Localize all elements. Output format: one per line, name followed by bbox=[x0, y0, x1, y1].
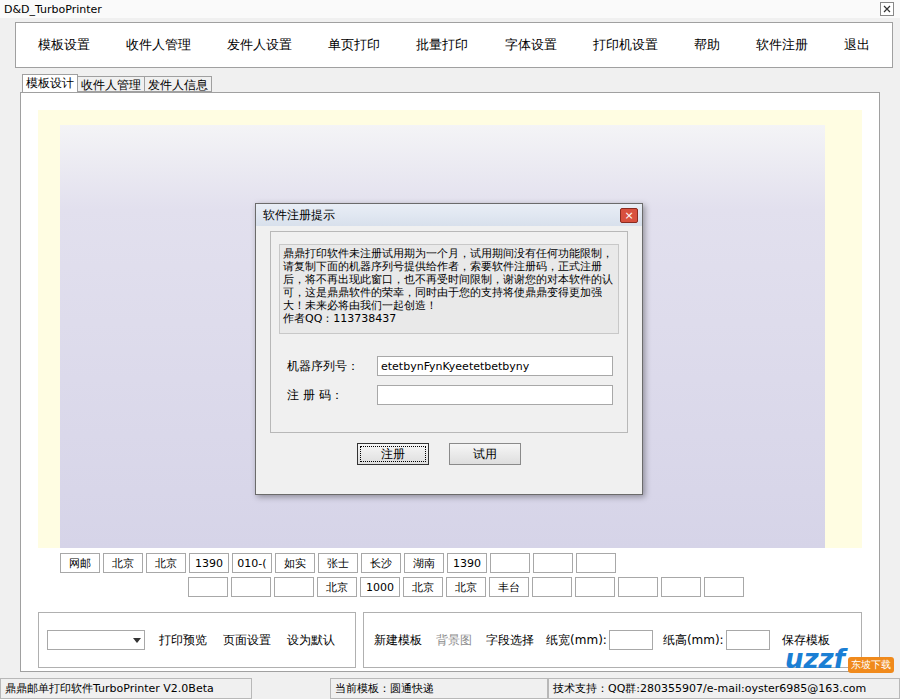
toolbar-button[interactable]: 字体设置 bbox=[501, 36, 561, 54]
print-box: 打印预览页面设置设为默认 bbox=[38, 612, 356, 668]
field-button[interactable] bbox=[704, 577, 744, 597]
dialog-field: 机器序列号： bbox=[279, 356, 619, 376]
field-button[interactable]: 北京 bbox=[146, 553, 186, 573]
toolbar-button[interactable]: 模板设置 bbox=[34, 36, 94, 54]
toolbar-button[interactable]: 帮助 bbox=[690, 36, 724, 54]
field-button[interactable] bbox=[661, 577, 701, 597]
field-button[interactable]: 湖南 bbox=[404, 553, 444, 573]
paper-size-field: 纸宽(mm): bbox=[546, 630, 653, 650]
paper-size-input[interactable] bbox=[609, 630, 653, 650]
field-label: 机器序列号： bbox=[287, 358, 371, 375]
watermark: uzzf东坡下载 bbox=[785, 644, 894, 674]
dialog-button[interactable]: 注册 bbox=[357, 443, 429, 465]
field-button[interactable]: 1390 bbox=[189, 553, 229, 573]
field-input[interactable] bbox=[377, 385, 613, 405]
field-button-row: 网邮北京北京1390010-(如实张士长沙湖南1390 bbox=[38, 553, 862, 573]
toolbar-button[interactable]: 收件人管理 bbox=[122, 36, 195, 54]
field-button[interactable]: 010-( bbox=[232, 553, 272, 573]
field-button[interactable] bbox=[618, 577, 658, 597]
field-button[interactable]: 北京 bbox=[403, 577, 443, 597]
paper-size-field: 纸高(mm): bbox=[663, 630, 770, 650]
field-button[interactable]: 1390 bbox=[447, 553, 487, 573]
field-button[interactable] bbox=[188, 577, 228, 597]
toolbar-button[interactable]: 批量打印 bbox=[412, 36, 472, 54]
tab[interactable]: 发件人信息 bbox=[144, 76, 212, 92]
tab[interactable]: 收件人管理 bbox=[77, 76, 145, 92]
field-button[interactable]: 网邮 bbox=[60, 553, 100, 573]
paper-size-input[interactable] bbox=[726, 630, 770, 650]
action-button[interactable]: 字段选择 bbox=[484, 632, 536, 649]
template-dropdown[interactable] bbox=[47, 630, 145, 650]
field-label: 注 册 码： bbox=[287, 387, 371, 404]
close-icon bbox=[883, 5, 891, 13]
toolbar-button[interactable]: 打印机设置 bbox=[589, 36, 662, 54]
field-button[interactable]: 北京 bbox=[103, 553, 143, 573]
app-window: D&D_TurboPrinter模板设置收件人管理发件人设置单页打印批量打印字体… bbox=[0, 0, 900, 699]
window-title: D&D_TurboPrinter bbox=[4, 3, 102, 16]
register-dialog: 软件注册提示 × 鼎鼎打印软件未注册试用期为一个月，试用期间没有任何功能限制，请复制… bbox=[255, 203, 643, 495]
toolbar: 模板设置 收件人管理 发件人设置 单页打印 批量打印 字体设置 打印机设置 帮助 软件注册 退出 bbox=[15, 22, 893, 68]
field-button[interactable] bbox=[490, 553, 530, 573]
field-button-row: 北京1000北京北京丰台 bbox=[38, 577, 862, 597]
toolbar-button[interactable]: 退出 bbox=[840, 36, 874, 54]
field-input[interactable] bbox=[377, 356, 613, 376]
field-button[interactable]: 北京 bbox=[317, 577, 357, 597]
field-button[interactable]: 张士 bbox=[318, 553, 358, 573]
template-canvas: 软件注册提示 × 鼎鼎打印软件未注册试用期为一个月，试用期间没有任何功能限制，请复制… bbox=[38, 110, 862, 548]
field-button[interactable]: 1000 bbox=[360, 577, 400, 597]
template-box: 新建模板背景图字段选择纸宽(mm): 纸高(mm): 保存模板 bbox=[363, 612, 862, 668]
action-button[interactable]: 新建模板 bbox=[372, 632, 424, 649]
tab[interactable]: 模板设计 bbox=[22, 74, 78, 92]
field-button[interactable] bbox=[533, 553, 573, 573]
field-button[interactable] bbox=[575, 577, 615, 597]
close-button[interactable] bbox=[880, 2, 894, 16]
field-button[interactable]: 丰台 bbox=[489, 577, 529, 597]
action-button: 背景图 bbox=[434, 632, 474, 649]
field-button[interactable]: 长沙 bbox=[361, 553, 401, 573]
dialog-message: 鼎鼎打印软件未注册试用期为一个月，试用期间没有任何功能限制，请复制下面的机器序列… bbox=[279, 244, 619, 334]
field-button[interactable] bbox=[274, 577, 314, 597]
action-button[interactable]: 打印预览 bbox=[157, 632, 209, 649]
status-bar: 鼎鼎邮单打印软件TurboPrinter V2.0Beta 当前模板：圆通快递技术… bbox=[0, 678, 900, 699]
action-button[interactable]: 保存模板 bbox=[780, 632, 832, 649]
toolbar-button[interactable]: 单页打印 bbox=[324, 36, 384, 54]
dialog-field: 注 册 码： bbox=[279, 385, 619, 405]
dropdown-arrow-icon bbox=[133, 638, 141, 643]
tab-panel: 软件注册提示 × 鼎鼎打印软件未注册试用期为一个月，试用期间没有任何功能限制，请复制… bbox=[20, 92, 880, 672]
field-button[interactable]: 如实 bbox=[275, 553, 315, 573]
action-button[interactable]: 设为默认 bbox=[285, 632, 337, 649]
toolbar-button[interactable]: 软件注册 bbox=[752, 36, 812, 54]
field-button[interactable] bbox=[576, 553, 616, 573]
dialog-title-bar: 软件注册提示 × bbox=[256, 204, 642, 226]
tab-bar: 模板设计收件人管理发件人信息 bbox=[0, 74, 900, 92]
toolbar-button[interactable]: 发件人设置 bbox=[223, 36, 296, 54]
dialog-button[interactable]: 试用 bbox=[449, 443, 521, 465]
status-cell: 当前模板：圆通快递 bbox=[330, 678, 548, 699]
field-button[interactable] bbox=[532, 577, 572, 597]
dialog-close-button[interactable]: × bbox=[620, 208, 638, 223]
status-cell: 技术支持：QQ群:280355907/e-mail:oyster6985@163… bbox=[548, 678, 900, 699]
status-cell: 鼎鼎邮单打印软件TurboPrinter V2.0Beta bbox=[0, 678, 252, 699]
field-button[interactable] bbox=[231, 577, 271, 597]
dialog-title: 软件注册提示 bbox=[263, 207, 335, 224]
dialog-group: 鼎鼎打印软件未注册试用期为一个月，试用期间没有任何功能限制，请复制下面的机器序列… bbox=[270, 231, 628, 433]
action-button[interactable]: 页面设置 bbox=[221, 632, 273, 649]
title-bar: D&D_TurboPrinter bbox=[0, 0, 900, 18]
field-button[interactable]: 北京 bbox=[446, 577, 486, 597]
